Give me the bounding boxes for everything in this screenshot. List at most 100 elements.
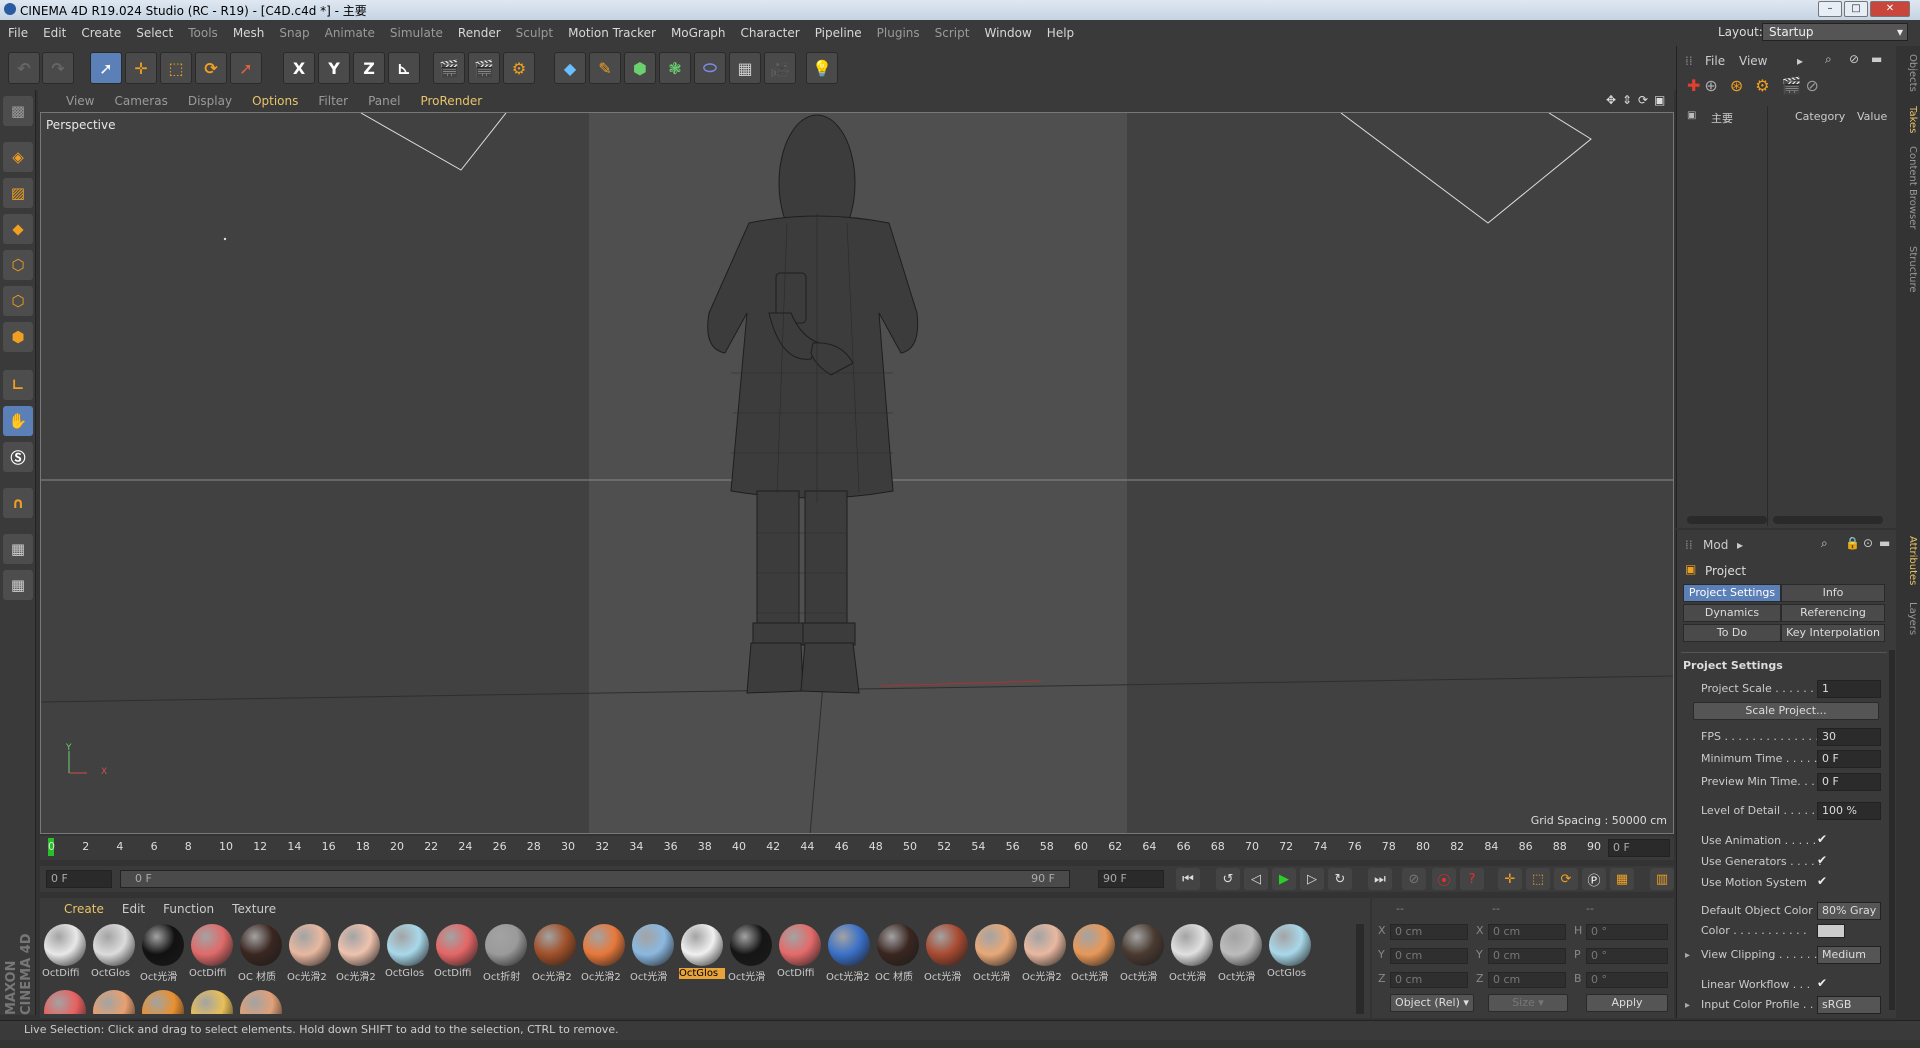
scale-button[interactable]: ⬚ bbox=[160, 52, 192, 84]
size-y-field[interactable]: 0 cm bbox=[1488, 948, 1566, 964]
tab-to-do[interactable]: To Do bbox=[1683, 624, 1781, 642]
menu-snap[interactable]: Snap bbox=[279, 26, 309, 40]
viewport-menu-view[interactable]: View bbox=[66, 94, 94, 108]
add-deformer-button[interactable]: ⬭ bbox=[694, 52, 726, 84]
axis-mode-button[interactable]: ∟ bbox=[3, 370, 33, 400]
undo-button[interactable]: ↶ bbox=[8, 52, 40, 84]
material-swatch[interactable]: Oc光滑2 bbox=[581, 924, 627, 984]
go-to-start-button[interactable]: ⏮ bbox=[1176, 868, 1200, 890]
attr-mode-menu[interactable]: Mod bbox=[1703, 538, 1728, 552]
start-frame-field[interactable]: 0 F bbox=[46, 870, 112, 888]
attr-maximize-icon[interactable]: ▬ bbox=[1879, 536, 1890, 550]
material-swatch[interactable] bbox=[42, 990, 88, 1014]
input-color-profile-select[interactable]: sRGB bbox=[1817, 996, 1881, 1014]
material-swatch[interactable]: Oct光滑 bbox=[728, 924, 774, 984]
workplane-mode-button[interactable]: ⬥ bbox=[3, 214, 33, 244]
close-button[interactable]: ✕ bbox=[1870, 1, 1910, 17]
redo-button[interactable]: ↷ bbox=[42, 52, 74, 84]
menu-character[interactable]: Character bbox=[740, 26, 799, 40]
viewport-menu-prorender[interactable]: ProRender bbox=[420, 94, 482, 108]
attr-mode-arrow-icon[interactable]: ▸ bbox=[1737, 538, 1743, 552]
material-swatch[interactable]: OC 材质 bbox=[238, 924, 284, 984]
color-swatch[interactable] bbox=[1817, 924, 1845, 938]
menu-sculpt[interactable]: Sculpt bbox=[516, 26, 553, 40]
position-y-field[interactable]: 0 cm bbox=[1390, 948, 1468, 964]
filter-icon[interactable]: ⊘ bbox=[1849, 52, 1859, 66]
maximize-button[interactable]: □ bbox=[1844, 1, 1868, 17]
material-swatch[interactable] bbox=[140, 990, 186, 1014]
material-swatch[interactable]: Oct光滑 bbox=[1120, 924, 1166, 984]
tab-dynamics[interactable]: Dynamics bbox=[1683, 604, 1781, 622]
material-swatch[interactable]: Oc光滑2 bbox=[532, 924, 578, 984]
viewport-rotate-icon[interactable]: ⟳ bbox=[1638, 93, 1648, 107]
take-group-icon[interactable]: ⚙ bbox=[1755, 76, 1769, 102]
menu-help[interactable]: Help bbox=[1047, 26, 1074, 40]
size-z-field[interactable]: 0 cm bbox=[1488, 972, 1566, 988]
material-swatch[interactable]: Oct光滑 bbox=[1169, 924, 1215, 984]
end-frame-field[interactable]: 90 F bbox=[1098, 870, 1164, 888]
snap-button[interactable]: ∩ bbox=[3, 488, 33, 518]
lock-icon[interactable]: 🔒 bbox=[1845, 536, 1860, 550]
perspective-viewport[interactable]: Perspective Y X Grid Spacing : 50000 cm bbox=[40, 112, 1674, 834]
take-item-main[interactable]: 主要 bbox=[1711, 110, 1733, 126]
position-z-field[interactable]: 0 cm bbox=[1390, 972, 1468, 988]
z-axis-button[interactable]: Z bbox=[353, 52, 385, 84]
key-pla-button[interactable]: ▦ bbox=[1610, 868, 1634, 890]
autokey-button[interactable]: ⦿ bbox=[1432, 868, 1456, 890]
level-of-detail-field[interactable]: 100 % bbox=[1817, 802, 1881, 820]
material-swatch[interactable]: OctDiffi bbox=[42, 924, 88, 984]
render-settings-button[interactable]: ⚙ bbox=[503, 52, 535, 84]
material-swatch[interactable] bbox=[238, 990, 284, 1014]
view-clipping-expand-icon[interactable]: ▸ bbox=[1685, 950, 1690, 961]
material-swatch[interactable]: Oct光滑 bbox=[630, 924, 676, 984]
tab-key-interpolation[interactable]: Key Interpolation bbox=[1781, 624, 1885, 642]
menu-tools[interactable]: Tools bbox=[188, 26, 218, 40]
planar-workplane-button[interactable]: ▦ bbox=[3, 570, 33, 600]
key-rotation-button[interactable]: ⟳ bbox=[1554, 868, 1578, 890]
make-editable-button[interactable]: ▩ bbox=[3, 96, 33, 126]
viewport-menu-cameras[interactable]: Cameras bbox=[114, 94, 167, 108]
menu-pipeline[interactable]: Pipeline bbox=[815, 26, 862, 40]
add-array-button[interactable]: ❃ bbox=[659, 52, 691, 84]
add-spline-pen-button[interactable]: ✎ bbox=[589, 52, 621, 84]
scale-project-button[interactable]: Scale Project... bbox=[1693, 702, 1879, 720]
keyframe-selection-button[interactable]: ? bbox=[1460, 868, 1484, 890]
y-axis-button[interactable]: Y bbox=[318, 52, 350, 84]
play-button[interactable]: ▶ bbox=[1272, 868, 1296, 890]
next-key-button[interactable]: ↻ bbox=[1328, 868, 1352, 890]
viewport-menu-panel[interactable]: Panel bbox=[368, 94, 400, 108]
workplane-lock-button[interactable]: ▦ bbox=[3, 534, 33, 564]
material-swatch[interactable]: Oct光滑 bbox=[1071, 924, 1117, 984]
object-menu-file[interactable]: File bbox=[1705, 54, 1725, 68]
rotation-b-field[interactable]: 0 ° bbox=[1586, 972, 1668, 988]
recent-tool-button[interactable]: ➚ bbox=[230, 52, 262, 84]
menu-window[interactable]: Window bbox=[984, 26, 1031, 40]
preview-min-time-field[interactable]: 0 F bbox=[1817, 773, 1881, 791]
tab-info[interactable]: Info bbox=[1781, 584, 1885, 602]
use-motion-system-checkbox[interactable]: ✔ bbox=[1817, 874, 1831, 888]
viewport-maximize-icon[interactable]: ▣ bbox=[1654, 93, 1665, 107]
attribute-scrollbar[interactable] bbox=[1889, 650, 1895, 1010]
material-swatch[interactable] bbox=[189, 990, 235, 1014]
viewport-menu-filter[interactable]: Filter bbox=[318, 94, 348, 108]
input-profile-expand-icon[interactable]: ▸ bbox=[1685, 1000, 1690, 1011]
tab-content-browser[interactable]: Content Browser bbox=[1898, 146, 1918, 229]
preview-range-slider[interactable]: 0 F 90 F bbox=[120, 870, 1070, 888]
viewport-menu-options[interactable]: Options bbox=[252, 94, 298, 108]
position-x-field[interactable]: 0 cm bbox=[1390, 924, 1468, 940]
solo-button[interactable]: Ⓢ bbox=[3, 442, 33, 472]
key-scale-button[interactable]: ⬚ bbox=[1526, 868, 1550, 890]
apply-button[interactable]: Apply bbox=[1586, 994, 1668, 1012]
material-swatch[interactable]: Oct折射 bbox=[483, 924, 529, 984]
viewport-menu-display[interactable]: Display bbox=[188, 94, 232, 108]
size-mode-select[interactable]: Size ▾ bbox=[1488, 994, 1568, 1012]
menu-script[interactable]: Script bbox=[935, 26, 970, 40]
menu-file[interactable]: File bbox=[8, 26, 28, 40]
take-clone-icon[interactable]: ⊕ bbox=[1704, 76, 1717, 102]
minimum-time-field[interactable]: 0 F bbox=[1817, 750, 1881, 768]
menu-motion-tracker[interactable]: Motion Tracker bbox=[568, 26, 656, 40]
record-keys-button[interactable]: ⊘ bbox=[1402, 868, 1426, 890]
timeline-scheme-button[interactable]: ▥ bbox=[1650, 868, 1674, 890]
tab-structure[interactable]: Structure bbox=[1898, 246, 1918, 293]
fps-field[interactable]: 30 bbox=[1817, 728, 1881, 746]
